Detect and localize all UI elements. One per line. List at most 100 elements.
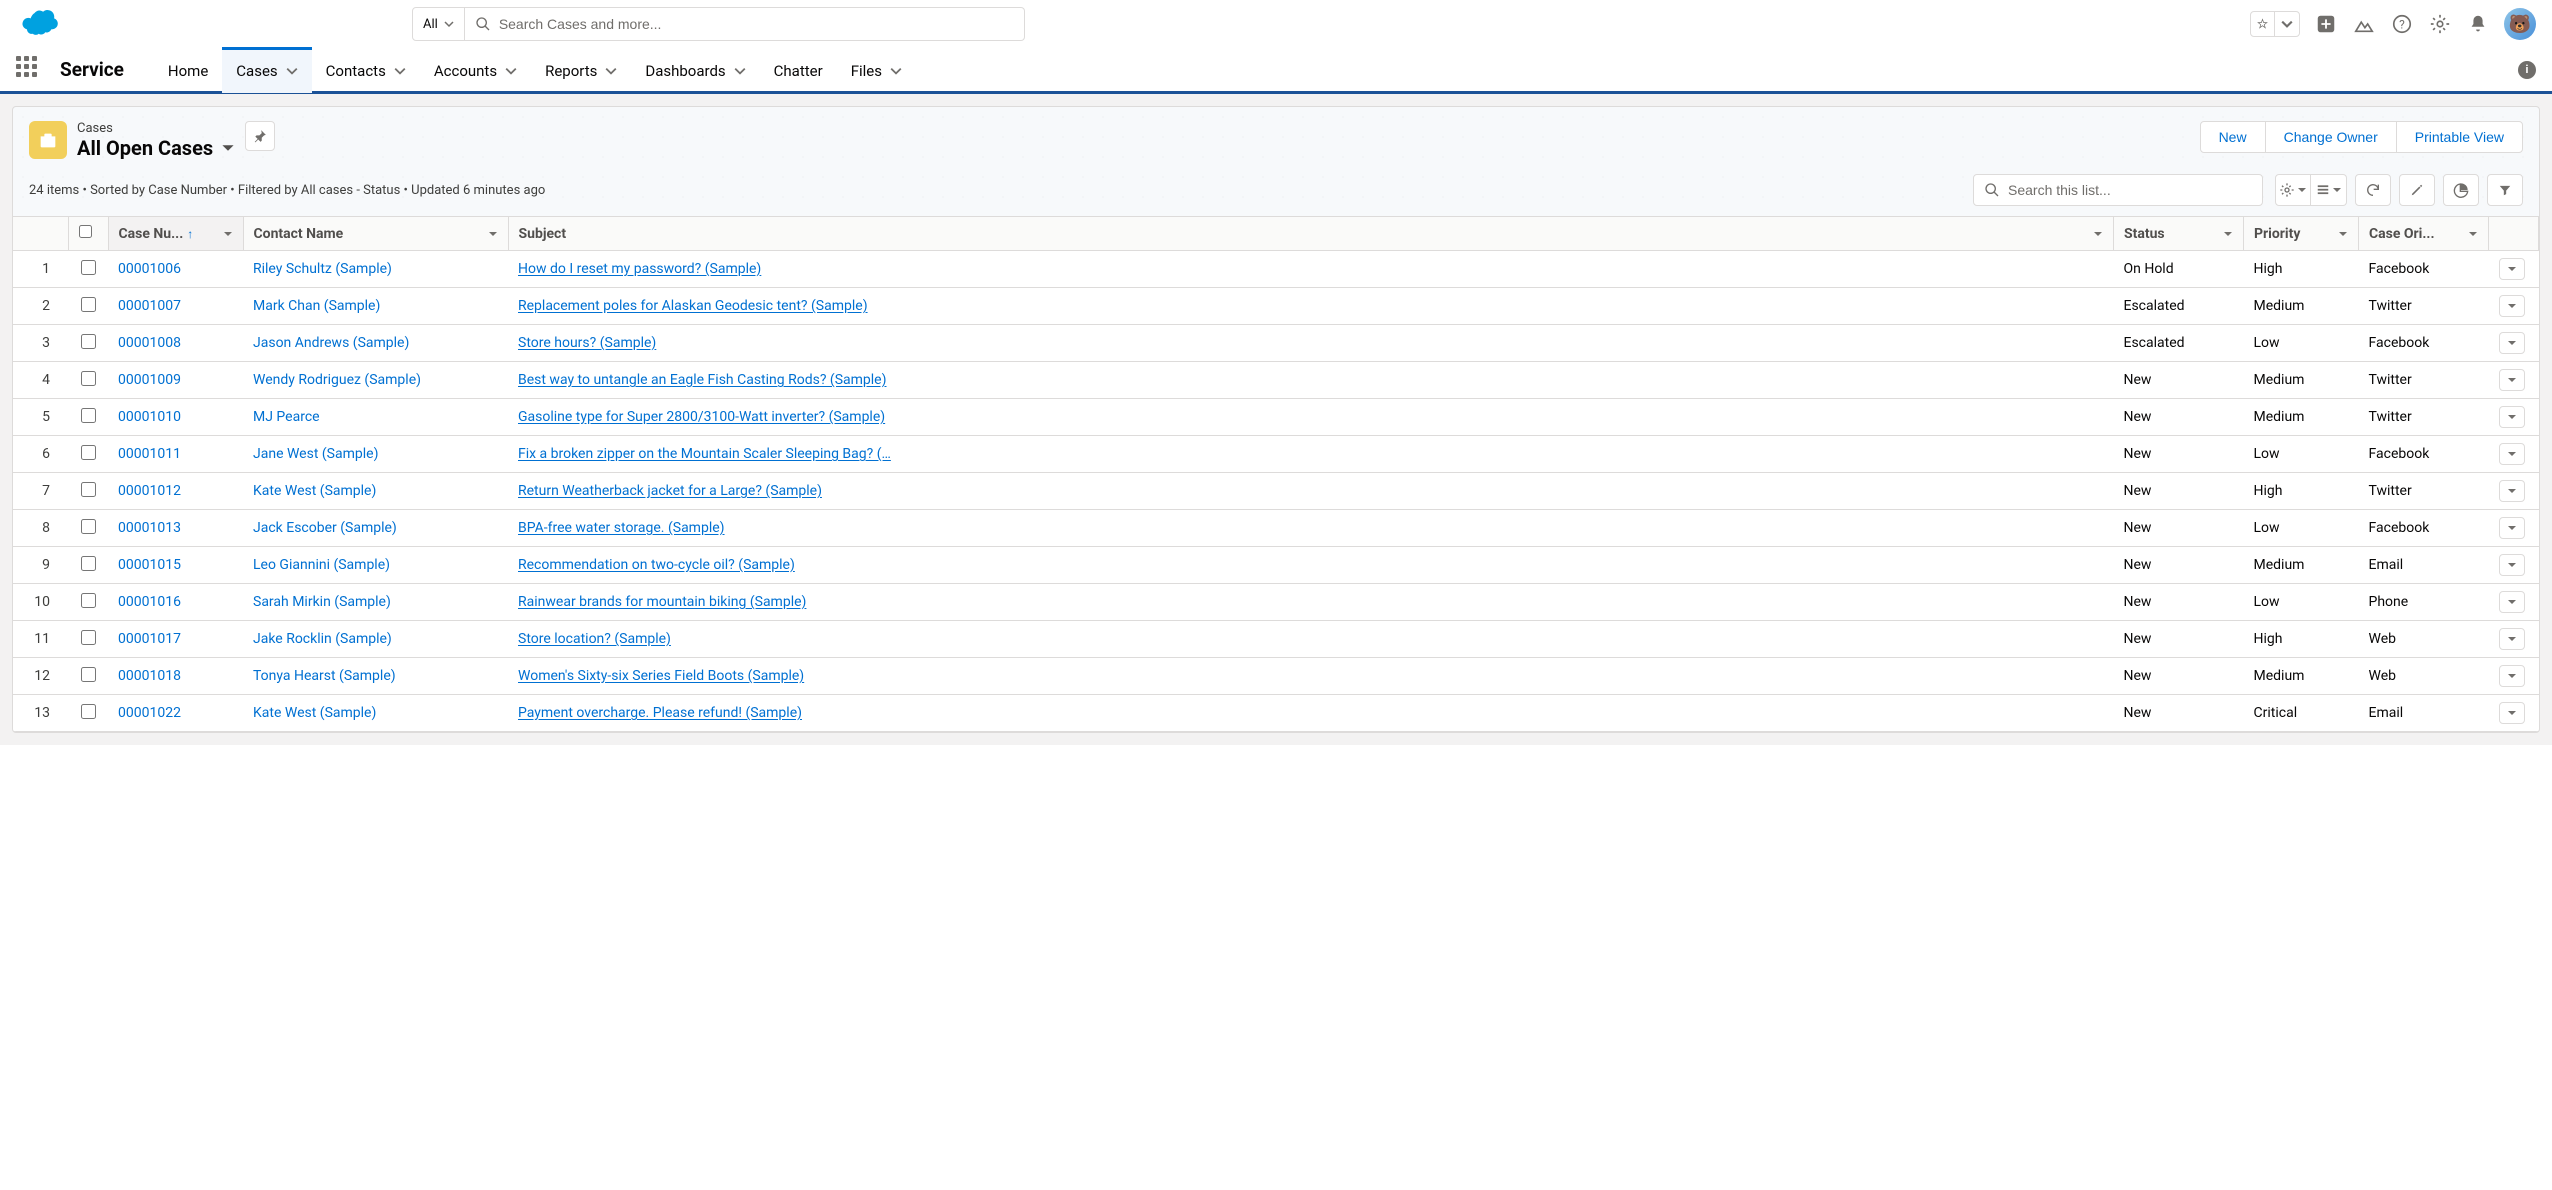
app-launcher-icon[interactable]	[16, 56, 44, 84]
contact-link[interactable]: Kate West (Sample)	[253, 483, 376, 499]
subject-link[interactable]: Store location? (Sample)	[518, 631, 671, 647]
subject-link[interactable]: Return Weatherback jacket for a Large? (…	[518, 483, 822, 499]
contact-link[interactable]: Mark Chan (Sample)	[253, 298, 380, 314]
case-number-link[interactable]: 00001012	[118, 483, 181, 499]
row-action-menu[interactable]	[2499, 665, 2525, 687]
nav-item-reports[interactable]: Reports	[531, 47, 631, 93]
row-checkbox[interactable]	[81, 704, 96, 719]
change-owner-button[interactable]: Change Owner	[2266, 121, 2396, 153]
row-action-menu[interactable]	[2499, 295, 2525, 317]
nav-item-chatter[interactable]: Chatter	[760, 47, 837, 93]
contact-link[interactable]: Jason Andrews (Sample)	[253, 335, 409, 351]
nav-item-dashboards[interactable]: Dashboards	[631, 47, 759, 93]
col-header-case-number[interactable]: Case Nu...↑	[108, 217, 243, 251]
contact-link[interactable]: Jack Escober (Sample)	[253, 520, 397, 536]
subject-link[interactable]: Fix a broken zipper on the Mountain Scal…	[518, 446, 891, 462]
subject-link[interactable]: Replacement poles for Alaskan Geodesic t…	[518, 298, 868, 314]
case-number-link[interactable]: 00001009	[118, 372, 181, 388]
row-checkbox[interactable]	[81, 667, 96, 682]
salesforce-logo[interactable]	[16, 7, 60, 41]
printable-view-button[interactable]: Printable View	[2396, 121, 2523, 153]
row-action-menu[interactable]	[2499, 406, 2525, 428]
nav-item-home[interactable]: Home	[154, 47, 222, 93]
row-checkbox[interactable]	[81, 408, 96, 423]
nav-item-accounts[interactable]: Accounts	[420, 47, 531, 93]
row-checkbox[interactable]	[81, 334, 96, 349]
case-number-link[interactable]: 00001018	[118, 668, 181, 684]
row-checkbox[interactable]	[81, 482, 96, 497]
row-checkbox[interactable]	[81, 593, 96, 608]
col-header-checkbox[interactable]	[68, 217, 108, 251]
trailhead-icon[interactable]	[2352, 12, 2376, 36]
case-number-link[interactable]: 00001011	[118, 446, 181, 462]
col-header-status[interactable]: Status	[2114, 217, 2244, 251]
nav-item-files[interactable]: Files	[837, 47, 916, 93]
help-icon[interactable]: ?	[2390, 12, 2414, 36]
row-checkbox[interactable]	[81, 630, 96, 645]
contact-link[interactable]: MJ Pearce	[253, 409, 320, 425]
chevron-down-icon[interactable]	[2223, 229, 2233, 239]
info-icon[interactable]: i	[2518, 61, 2536, 79]
col-header-contact-name[interactable]: Contact Name	[243, 217, 508, 251]
subject-link[interactable]: How do I reset my password? (Sample)	[518, 261, 761, 277]
row-checkbox[interactable]	[81, 519, 96, 534]
case-number-link[interactable]: 00001016	[118, 594, 181, 610]
favorites-icon[interactable]	[2251, 12, 2275, 36]
subject-link[interactable]: Women's Sixty-six Series Field Boots (Sa…	[518, 668, 804, 684]
case-number-link[interactable]: 00001013	[118, 520, 181, 536]
new-button[interactable]: New	[2200, 121, 2266, 153]
subject-link[interactable]: Gasoline type for Super 2800/3100-Watt i…	[518, 409, 885, 425]
subject-link[interactable]: BPA-free water storage. (Sample)	[518, 520, 725, 536]
chevron-down-icon[interactable]	[2338, 229, 2348, 239]
notifications-bell-icon[interactable]	[2466, 12, 2490, 36]
contact-link[interactable]: Jake Rocklin (Sample)	[253, 631, 392, 647]
setup-gear-icon[interactable]	[2428, 12, 2452, 36]
subject-link[interactable]: Payment overcharge. Please refund! (Samp…	[518, 705, 802, 721]
row-checkbox[interactable]	[81, 297, 96, 312]
contact-link[interactable]: Sarah Mirkin (Sample)	[253, 594, 391, 610]
pin-button[interactable]	[245, 121, 275, 151]
subject-link[interactable]: Recommendation on two-cycle oil? (Sample…	[518, 557, 795, 573]
subject-link[interactable]: Store hours? (Sample)	[518, 335, 656, 351]
row-action-menu[interactable]	[2499, 332, 2525, 354]
case-number-link[interactable]: 00001010	[118, 409, 181, 425]
row-checkbox[interactable]	[81, 445, 96, 460]
case-number-link[interactable]: 00001022	[118, 705, 181, 721]
case-number-link[interactable]: 00001017	[118, 631, 181, 647]
case-number-link[interactable]: 00001006	[118, 261, 181, 277]
chevron-down-icon[interactable]	[223, 229, 233, 239]
col-header-priority[interactable]: Priority	[2244, 217, 2359, 251]
chevron-down-icon[interactable]	[488, 229, 498, 239]
row-action-menu[interactable]	[2499, 443, 2525, 465]
list-search-input[interactable]	[2008, 182, 2252, 198]
contact-link[interactable]: Riley Schultz (Sample)	[253, 261, 392, 277]
chart-button[interactable]	[2443, 174, 2479, 206]
subject-link[interactable]: Rainwear brands for mountain biking (Sam…	[518, 594, 806, 610]
chevron-down-icon[interactable]	[2468, 229, 2478, 239]
global-search[interactable]	[465, 7, 1025, 41]
contact-link[interactable]: Wendy Rodriguez (Sample)	[253, 372, 421, 388]
row-action-menu[interactable]	[2499, 258, 2525, 280]
chevron-down-icon[interactable]	[2093, 229, 2103, 239]
row-action-menu[interactable]	[2499, 554, 2525, 576]
search-scope-selector[interactable]: All	[412, 7, 465, 41]
edit-list-button[interactable]	[2399, 174, 2435, 206]
contact-link[interactable]: Kate West (Sample)	[253, 705, 376, 721]
contact-link[interactable]: Jane West (Sample)	[253, 446, 378, 462]
case-number-link[interactable]: 00001007	[118, 298, 181, 314]
user-avatar[interactable]: 🐻	[2504, 8, 2536, 40]
refresh-button[interactable]	[2355, 174, 2391, 206]
global-add-icon[interactable]	[2314, 12, 2338, 36]
row-action-menu[interactable]	[2499, 369, 2525, 391]
contact-link[interactable]: Leo Giannini (Sample)	[253, 557, 390, 573]
col-header-case-origin[interactable]: Case Ori...	[2359, 217, 2489, 251]
list-view-name[interactable]: All Open Cases	[77, 136, 235, 160]
filter-button[interactable]	[2487, 174, 2523, 206]
list-search[interactable]	[1973, 174, 2263, 206]
row-checkbox[interactable]	[81, 556, 96, 571]
row-checkbox[interactable]	[81, 371, 96, 386]
favorites-dropdown-icon[interactable]	[2275, 12, 2299, 36]
nav-item-cases[interactable]: Cases	[222, 47, 311, 93]
row-action-menu[interactable]	[2499, 480, 2525, 502]
row-action-menu[interactable]	[2499, 591, 2525, 613]
